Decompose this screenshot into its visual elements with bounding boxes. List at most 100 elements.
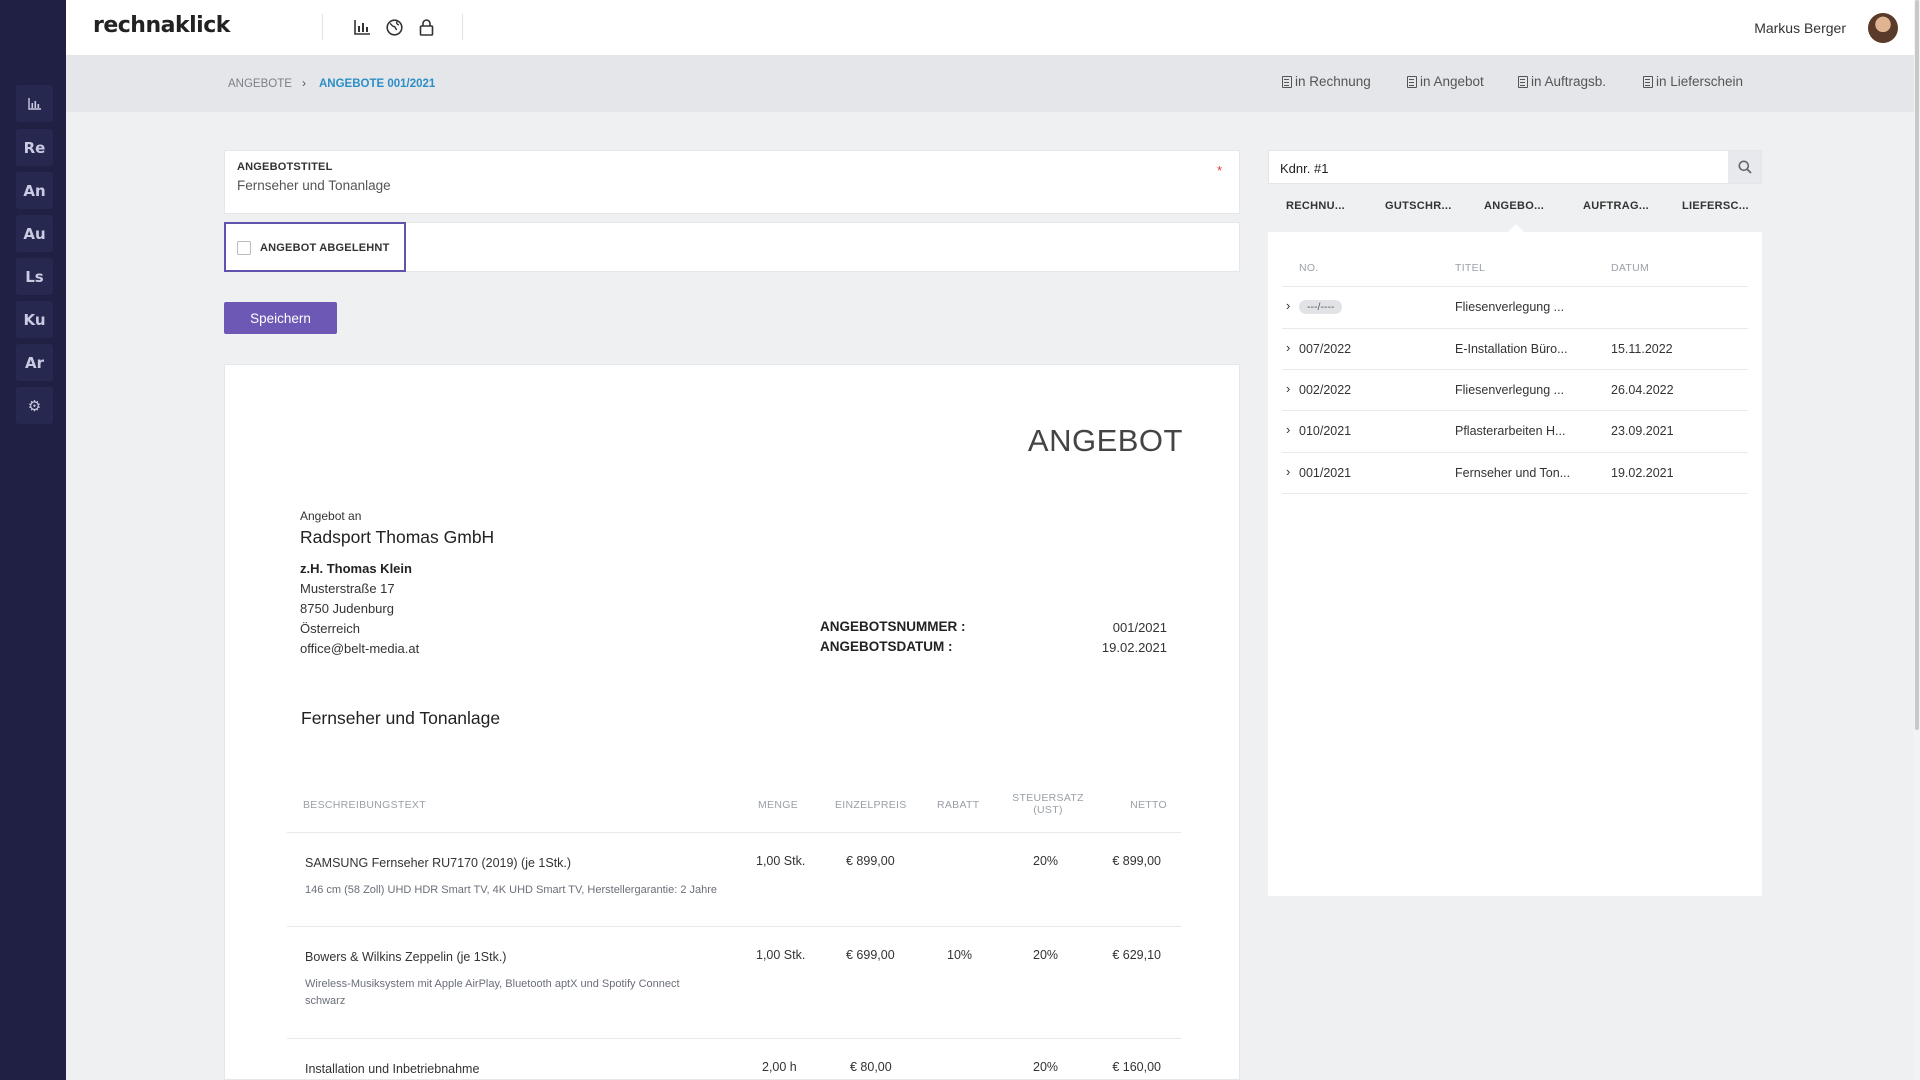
row-date: 15.11.2022: [1611, 342, 1673, 356]
recipient-street: Musterstraße 17: [300, 581, 395, 596]
item-net: € 629,10: [1112, 948, 1161, 962]
sidebar-item-settings[interactable]: ⚙: [16, 387, 53, 424]
offer-number-value: 001/2021: [1112, 620, 1167, 635]
gear-icon: ⚙: [27, 396, 42, 415]
item-qty: 1,00 Stk.: [756, 854, 806, 868]
breadcrumb-root[interactable]: ANGEBOTE: [228, 78, 292, 90]
item-unit-price: € 80,00: [850, 1060, 892, 1074]
convert-to-delivery-note-button[interactable]: in Lieferschein: [1643, 74, 1743, 89]
item-discount: 10%: [947, 948, 973, 962]
row-title: Fliesenverlegung ...: [1455, 300, 1565, 314]
item-title: Installation und Inbetriebnahme: [305, 1062, 480, 1076]
sidebar: Re An Au Ls Ku Ar ⚙: [0, 0, 66, 1080]
item-tax: 20%: [1033, 854, 1059, 868]
scrollbar-thumb[interactable]: [1915, 0, 1919, 730]
document-icon: [1643, 75, 1653, 88]
item-title: SAMSUNG Fernseher RU7170 (2019) (je 1Stk…: [305, 856, 572, 870]
offer-date-value: 19.02.2021: [1101, 640, 1167, 655]
row-number: 002/2022: [1299, 383, 1352, 397]
top-bar: rechnaklick Markus Berger: [66, 0, 1920, 56]
avatar[interactable]: [1868, 13, 1898, 43]
col-title: TITEL: [1455, 262, 1486, 274]
convert-to-order-button[interactable]: in Auftragsb.: [1518, 74, 1606, 89]
sidebar-item-rechnungen[interactable]: Re: [16, 129, 53, 166]
col-tax-sub: (UST): [1033, 804, 1063, 816]
recipient-email: office@belt-media.at: [300, 641, 420, 656]
sidebar-item-angebote[interactable]: An: [16, 172, 53, 209]
convert-to-delivery-note-label: in Lieferschein: [1656, 74, 1744, 89]
row-title: E-Installation Büro...: [1455, 342, 1568, 356]
sidebar-item-artikel[interactable]: Ar: [16, 344, 53, 381]
sidebar-item-kunden[interactable]: Ku: [16, 301, 53, 338]
tab-auftraege[interactable]: AUFTRAG...: [1583, 200, 1649, 212]
divider: [287, 926, 1181, 927]
convert-to-invoice-label: in Rechnung: [1295, 74, 1371, 89]
lock-icon: [419, 18, 433, 36]
list-item[interactable]: › 002/2022 Fliesenverlegung ... 26.04.20…: [1282, 369, 1748, 411]
customer-search-input[interactable]: Kdnr. #1: [1280, 161, 1328, 176]
recipient-country: Österreich: [300, 621, 360, 636]
app-logo[interactable]: rechnaklick: [93, 13, 230, 38]
item-tax: 20%: [1033, 1060, 1059, 1074]
row-date: 23.09.2021: [1611, 424, 1674, 438]
offer-date-label: ANGEBOTSDATUM :: [820, 639, 953, 654]
col-net: NETTO: [1130, 799, 1167, 811]
item-title: Bowers & Wilkins Zeppelin (je 1Stk.): [305, 950, 507, 964]
breadcrumb-current: ANGEBOTE 001/2021: [319, 78, 436, 90]
item-unit-price: € 699,00: [846, 948, 895, 962]
convert-to-invoice-button[interactable]: in Rechnung: [1282, 74, 1371, 89]
col-date: DATUM: [1611, 262, 1650, 274]
convert-to-offer-label: in Angebot: [1420, 74, 1484, 89]
recipient-company: Radsport Thomas GmbH: [300, 527, 495, 547]
globe-button[interactable]: [383, 16, 405, 38]
search-icon: [1738, 160, 1752, 174]
sidebar-item-lieferscheine[interactable]: Ls: [16, 258, 53, 295]
search-button[interactable]: [1728, 151, 1761, 183]
chevron-right-icon: ›: [1286, 340, 1291, 355]
divider: [287, 832, 1181, 833]
offer-title-field[interactable]: ANGEBOTSTITEL Fernseher und Tonanlage *: [224, 150, 1240, 214]
convert-to-order-label: in Auftragsb.: [1531, 74, 1607, 89]
sidebar-item-auftraege[interactable]: Au: [16, 215, 53, 252]
row-date: 26.04.2022: [1611, 383, 1674, 397]
sidebar-item-dashboard[interactable]: [16, 85, 53, 122]
offer-document: ANGEBOT Angebot an Radsport Thomas GmbH …: [224, 364, 1240, 1080]
row-number: 007/2022: [1299, 342, 1352, 356]
list-item[interactable]: › 007/2022 E-Installation Büro... 15.11.…: [1282, 328, 1748, 370]
user-name[interactable]: Markus Berger: [1754, 20, 1846, 36]
col-desc: BESCHREIBUNGSTEXT: [303, 799, 426, 811]
customer-search: Kdnr. #1: [1268, 150, 1762, 184]
draft-badge: ---/----: [1299, 300, 1343, 314]
list-item[interactable]: › ---/---- Fliesenverlegung ...: [1282, 286, 1748, 328]
list-item[interactable]: › 010/2021 Pflasterarbeiten H... 23.09.2…: [1282, 410, 1748, 452]
item-description-2: schwarz: [305, 995, 346, 1007]
chevron-right-icon: ›: [1286, 422, 1291, 437]
statistics-button[interactable]: [351, 16, 373, 38]
item-unit-price: € 899,00: [846, 854, 895, 868]
tab-angebote[interactable]: ANGEBO...: [1484, 200, 1544, 212]
row-title: Pflasterarbeiten H...: [1455, 424, 1566, 438]
tab-lieferscheine[interactable]: LIEFERSC...: [1682, 200, 1749, 212]
declined-checkbox-field[interactable]: ANGEBOT ABGELEHNT: [224, 222, 406, 272]
row-number: 010/2021: [1299, 424, 1352, 438]
divider: [287, 1038, 1181, 1039]
list-item[interactable]: › 001/2021 Fernseher und Ton... 19.02.20…: [1282, 452, 1748, 494]
col-unit-price: EINZELPREIS: [835, 799, 907, 811]
offer-title-input[interactable]: Fernseher und Tonanlage: [237, 178, 391, 193]
divider: [462, 14, 463, 40]
convert-to-offer-button[interactable]: in Angebot: [1407, 74, 1484, 89]
declined-checkbox[interactable]: [237, 241, 251, 255]
lock-button[interactable]: [415, 16, 437, 38]
save-button[interactable]: Speichern: [224, 302, 337, 334]
document-list-panel: NO. TITEL DATUM › ---/---- Fliesenverleg…: [1268, 224, 1762, 896]
tab-gutschriften[interactable]: GUTSCHR...: [1385, 200, 1452, 212]
offer-number-label: ANGEBOTSNUMMER :: [820, 619, 966, 634]
document-icon: [1282, 75, 1292, 88]
active-tab-indicator: [1508, 224, 1524, 232]
document-subject: Fernseher und Tonanlage: [301, 708, 501, 728]
globe-icon: [385, 18, 403, 36]
offer-title-label: ANGEBOTSTITEL: [237, 161, 333, 173]
tab-rechnungen[interactable]: RECHNU...: [1286, 200, 1345, 212]
page-scrollbar[interactable]: [1914, 0, 1920, 1080]
row-date: 19.02.2021: [1611, 466, 1674, 480]
